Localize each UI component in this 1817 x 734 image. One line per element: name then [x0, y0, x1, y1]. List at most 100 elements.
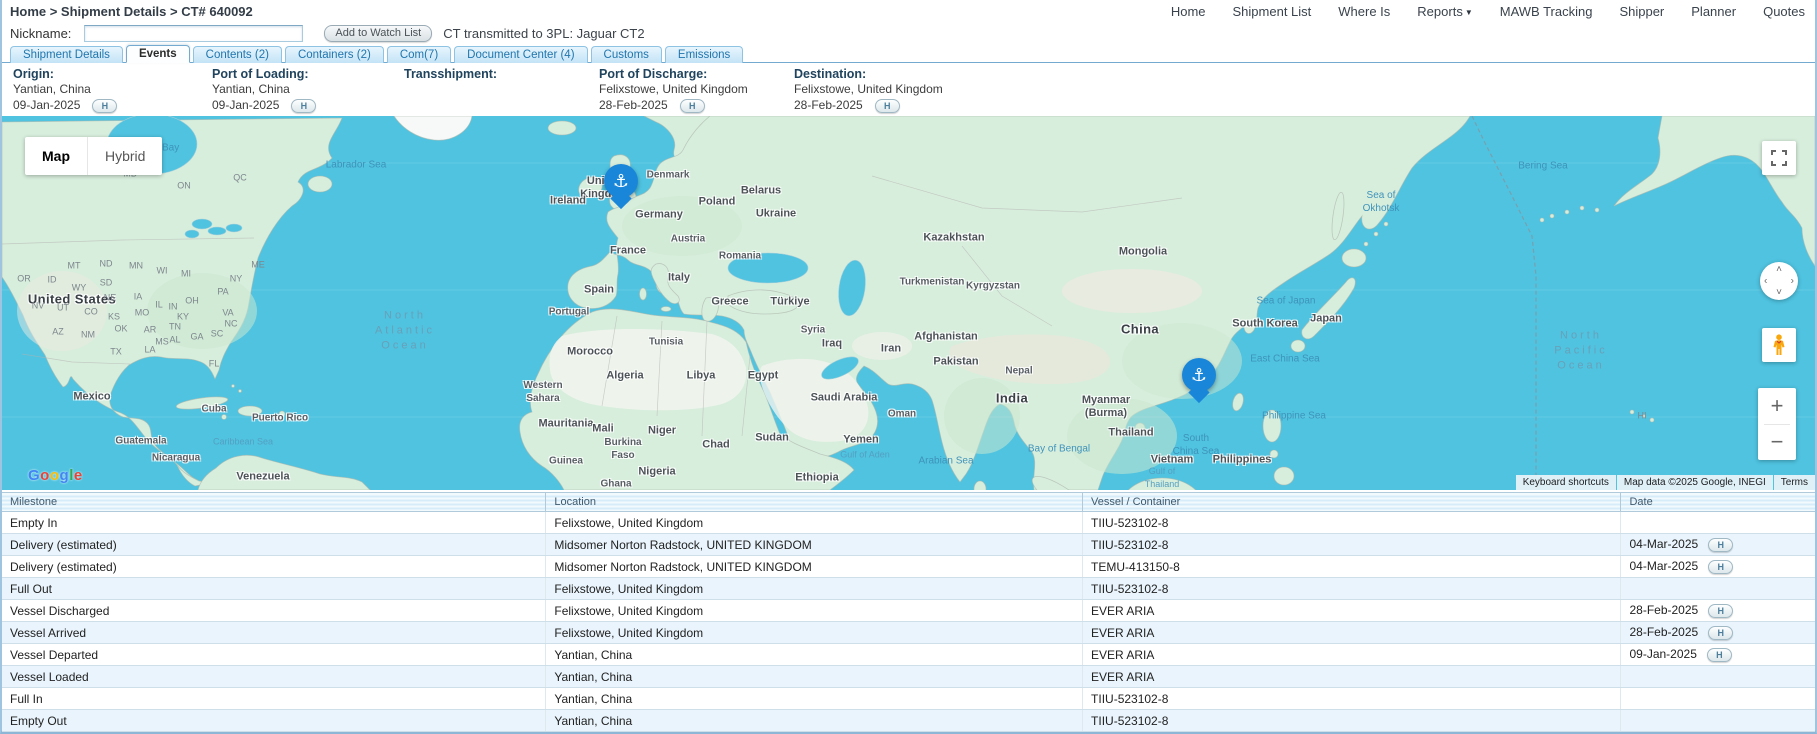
anchor-marker-felixstowe[interactable]: ⚓ — [604, 164, 638, 198]
nav-link-mawb-tracking[interactable]: MAWB Tracking — [1500, 4, 1593, 19]
milestone-cell: Vessel Arrived — [2, 622, 546, 644]
tab-shipment-details[interactable]: Shipment Details — [10, 46, 123, 63]
nav-link-quotes[interactable]: Quotes — [1763, 4, 1805, 19]
table-row-empty-in: Empty InFelixstowe, United KingdomTIIU-5… — [2, 512, 1815, 534]
zoom-in-button[interactable]: + — [1758, 388, 1796, 424]
milestone-cell: Delivery (estimated) — [2, 534, 546, 556]
vessel-container-cell: EVER ARIA — [1083, 666, 1621, 688]
info-location: Yantian, China — [13, 82, 212, 97]
table-row-full-out: Full OutFelixstowe, United KingdomTIIU-5… — [2, 578, 1815, 600]
info-label: Origin: — [13, 67, 212, 82]
info-date-row: 09-Jan-2025H — [212, 97, 404, 114]
date-cell — [1621, 666, 1815, 688]
vessel-container-cell: EVER ARIA — [1083, 644, 1621, 666]
date-value: 04-Mar-2025 — [1629, 559, 1698, 573]
history-button[interactable]: H — [875, 99, 900, 113]
attribution-terms[interactable]: Terms — [1774, 475, 1815, 490]
pan-control[interactable]: ˄ ˅ ‹ › — [1760, 262, 1798, 300]
location-cell: Midsomer Norton Radstock, UNITED KINGDOM — [546, 534, 1083, 556]
tab-events[interactable]: Events — [126, 45, 190, 63]
nav-link-shipper[interactable]: Shipper — [1619, 4, 1664, 19]
info-label: Transshipment: — [404, 67, 599, 82]
nav-link-planner[interactable]: Planner — [1691, 4, 1736, 19]
location-cell: Midsomer Norton Radstock, UNITED KINGDOM — [546, 556, 1083, 578]
history-button[interactable]: H — [680, 99, 705, 113]
fullscreen-button[interactable] — [1762, 141, 1796, 175]
map-type-hybrid[interactable]: Hybrid — [87, 137, 162, 175]
location-cell: Yantian, China — [546, 688, 1083, 710]
google-logo[interactable]: Google — [28, 467, 83, 484]
header-bar: Home > Shipment Details > CT# 640092 Hom… — [2, 0, 1815, 20]
nav-link-where-is[interactable]: Where Is — [1338, 4, 1390, 19]
info-location: Felixstowe, United Kingdom — [599, 82, 794, 97]
fullscreen-icon — [1771, 150, 1787, 166]
logo-letter: G — [28, 467, 40, 484]
attribution-map-data-2025-google-inegi: Map data ©2025 Google, INEGI — [1617, 475, 1773, 490]
chevron-down-icon: ▼ — [1465, 8, 1473, 17]
date-cell — [1621, 512, 1815, 534]
location-cell: Felixstowe, United Kingdom — [546, 578, 1083, 600]
location-cell: Felixstowe, United Kingdom — [546, 622, 1083, 644]
info-label: Port of Loading: — [212, 67, 404, 82]
info-date-row: 28-Feb-2025 H — [599, 97, 794, 114]
history-button[interactable]: H — [291, 99, 316, 113]
vessel-container-cell: TEMU-413150-8 — [1083, 556, 1621, 578]
info-col-origin: Origin:Yantian, China09-Jan-2025H — [13, 67, 212, 116]
date-value: 28-Feb-2025 — [1629, 625, 1698, 639]
info-location — [404, 82, 599, 97]
map-type-map[interactable]: Map — [25, 137, 87, 175]
tab-customs[interactable]: Customs — [591, 46, 662, 63]
info-col-port-of-loading: Port of Loading:Yantian, China09-Jan-202… — [212, 67, 404, 116]
info-date: 28-Feb-2025 — [794, 97, 863, 114]
location-cell: Yantian, China — [546, 644, 1083, 666]
map[interactable]: MapHybrid ˄ ˅ ‹ › + − — [2, 116, 1815, 490]
nickname-input[interactable] — [84, 25, 303, 42]
history-button[interactable]: H — [1708, 604, 1733, 618]
nav-link-shipment-list[interactable]: Shipment List — [1233, 4, 1312, 19]
tab-document-center-4[interactable]: Document Center (4) — [454, 46, 587, 63]
date-value: 09-Jan-2025 — [1629, 647, 1696, 661]
date-cell — [1621, 688, 1815, 710]
anchor-marker-yantian[interactable]: ⚓ — [1182, 358, 1216, 392]
column-header-vessel-container: Vessel / Container — [1083, 493, 1621, 512]
add-to-watch-list-button[interactable]: Add to Watch List — [324, 25, 432, 42]
table-row-full-in: Full InYantian, ChinaTIIU-523102-8 — [2, 688, 1815, 710]
pan-down-icon: ˅ — [1776, 287, 1782, 298]
breadcrumb[interactable]: Home > Shipment Details > CT# 640092 — [10, 4, 253, 19]
pan-up-icon: ˄ — [1776, 264, 1782, 275]
tab-strip: Shipment DetailsEventsContents (2)Contai… — [2, 44, 1815, 63]
milestone-cell: Full In — [2, 688, 546, 710]
zoom-out-button[interactable]: − — [1758, 424, 1796, 460]
vessel-container-cell: EVER ARIA — [1083, 622, 1621, 644]
milestone-cell: Vessel Departed — [2, 644, 546, 666]
zoom-control: + − — [1758, 388, 1796, 460]
location-cell: Felixstowe, United Kingdom — [546, 512, 1083, 534]
history-button[interactable]: H — [1708, 560, 1733, 574]
main-nav: Home Shipment List Where Is Reports▼ MAWB Tr… — [1171, 4, 1805, 19]
history-button[interactable]: H — [1708, 538, 1733, 552]
vessel-container-cell: TIIU-523102-8 — [1083, 578, 1621, 600]
attribution-keyboard-shortcuts[interactable]: Keyboard shortcuts — [1516, 475, 1616, 490]
date-value: 28-Feb-2025 — [1629, 603, 1698, 617]
date-cell: 09-Jan-2025 H — [1621, 644, 1815, 666]
tab-containers-2[interactable]: Containers (2) — [285, 46, 384, 63]
column-header-location: Location — [546, 493, 1083, 512]
date-value: 04-Mar-2025 — [1629, 537, 1698, 551]
history-button[interactable]: H — [92, 99, 117, 113]
vessel-container-cell: TIIU-523102-8 — [1083, 688, 1621, 710]
map-type-control: MapHybrid — [25, 137, 162, 175]
street-view-pegman-button[interactable] — [1762, 328, 1796, 362]
nav-link-reports[interactable]: Reports▼ — [1417, 4, 1472, 19]
tab-emissions[interactable]: Emissions — [665, 46, 743, 63]
milestone-cell: Vessel Discharged — [2, 600, 546, 622]
tab-com-7[interactable]: Com(7) — [387, 46, 451, 63]
logo-letter: o — [50, 467, 60, 484]
info-date: 28-Feb-2025 — [599, 97, 668, 114]
world-map-graphic — [2, 116, 1815, 490]
tab-contents-2[interactable]: Contents (2) — [193, 46, 282, 63]
location-cell: Yantian, China — [546, 710, 1083, 732]
nav-link-home[interactable]: Home — [1171, 4, 1206, 19]
shipment-details-page: Home > Shipment Details > CT# 640092 Hom… — [0, 0, 1817, 734]
history-button[interactable]: H — [1708, 626, 1733, 640]
history-button[interactable]: H — [1707, 648, 1732, 662]
